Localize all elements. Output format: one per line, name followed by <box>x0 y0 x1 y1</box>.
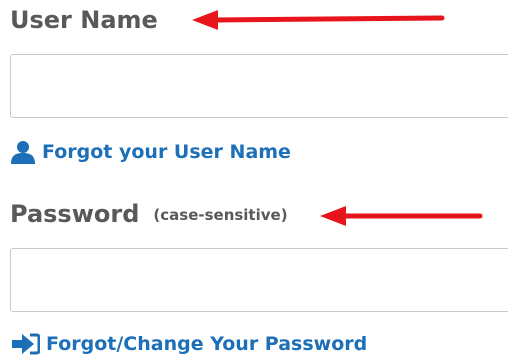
password-label-row: Password (case-sensitive) <box>10 200 288 228</box>
case-sensitive-note: (case-sensitive) <box>153 206 288 224</box>
sign-in-arrow-icon <box>10 333 40 355</box>
password-field[interactable] <box>10 248 508 312</box>
login-form: User Name Forgot your User Name Password… <box>0 0 508 362</box>
forgot-username-label: Forgot your User Name <box>42 141 291 163</box>
annotation-arrow-password <box>320 206 483 226</box>
username-input[interactable] <box>11 55 508 117</box>
user-icon <box>10 140 36 164</box>
password-label: Password <box>10 200 140 228</box>
forgot-password-label: Forgot/Change Your Password <box>46 333 368 355</box>
username-field[interactable] <box>10 54 508 118</box>
password-input[interactable] <box>11 249 508 311</box>
forgot-password-link[interactable]: Forgot/Change Your Password <box>10 333 367 355</box>
annotation-arrow-username <box>192 10 445 30</box>
username-label: User Name <box>10 6 158 34</box>
forgot-username-link[interactable]: Forgot your User Name <box>10 140 291 164</box>
